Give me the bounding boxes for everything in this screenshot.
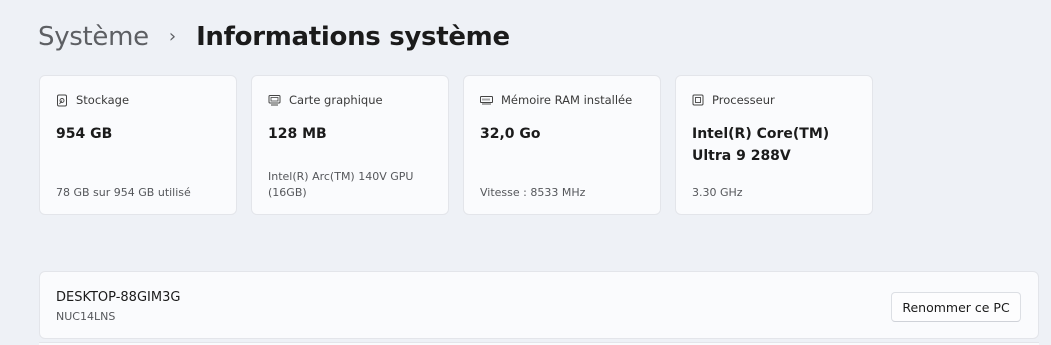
breadcrumb-parent-systeme[interactable]: Système <box>38 22 149 52</box>
page-title: Informations système <box>196 22 510 52</box>
storage-card-label: Stockage <box>76 93 130 107</box>
processor-card-detail: 3.30 GHz <box>692 186 743 199</box>
rename-pc-button[interactable]: Renommer ce PC <box>891 292 1021 322</box>
device-name-panel: DESKTOP-88GIM3G NUC14LNS Renommer ce PC <box>39 271 1039 339</box>
processor-card: Processeur Intel(R) Core(TM) Ultra 9 288… <box>675 75 873 215</box>
memory-card-value: 32,0 Go <box>480 126 541 142</box>
processor-card-value: Intel(R) Core(TM) Ultra 9 288V <box>692 126 830 164</box>
memory-card-label: Mémoire RAM installée <box>501 93 633 107</box>
device-name: DESKTOP-88GIM3G <box>56 290 181 305</box>
memory-card-detail: Vitesse : 8533 MHz <box>480 186 586 199</box>
memory-card: Mémoire RAM installée 32,0 Go Vitesse : … <box>463 75 661 215</box>
processor-icon <box>692 94 704 106</box>
memory-card-header: Mémoire RAM installée <box>480 93 632 107</box>
storage-card-header: Stockage <box>56 93 129 107</box>
graphics-card-value: 128 MB <box>268 126 327 142</box>
graphics-card-header: Carte graphique <box>268 93 383 107</box>
memory-icon <box>480 96 493 105</box>
storage-card: Stockage 954 GB 78 GB sur 954 GB utilisé <box>39 75 237 215</box>
chevron-right-icon: › <box>168 25 177 47</box>
graphics-card-detail: Intel(R) Arc(TM) 140V GPU (16GB) <box>268 170 414 199</box>
device-model: NUC14LNS <box>56 310 116 323</box>
storage-icon <box>57 94 67 106</box>
storage-card-detail: 78 GB sur 954 GB utilisé <box>56 186 191 199</box>
breadcrumb: Système › Informations système <box>38 22 510 52</box>
storage-card-value: 954 GB <box>56 126 113 142</box>
processor-card-header: Processeur <box>692 93 775 107</box>
processor-card-label: Processeur <box>712 93 775 107</box>
graphics-card-icon <box>268 95 281 106</box>
graphics-card: Carte graphique 128 MB Intel(R) Arc(TM) … <box>251 75 449 215</box>
graphics-card-label: Carte graphique <box>289 93 383 107</box>
